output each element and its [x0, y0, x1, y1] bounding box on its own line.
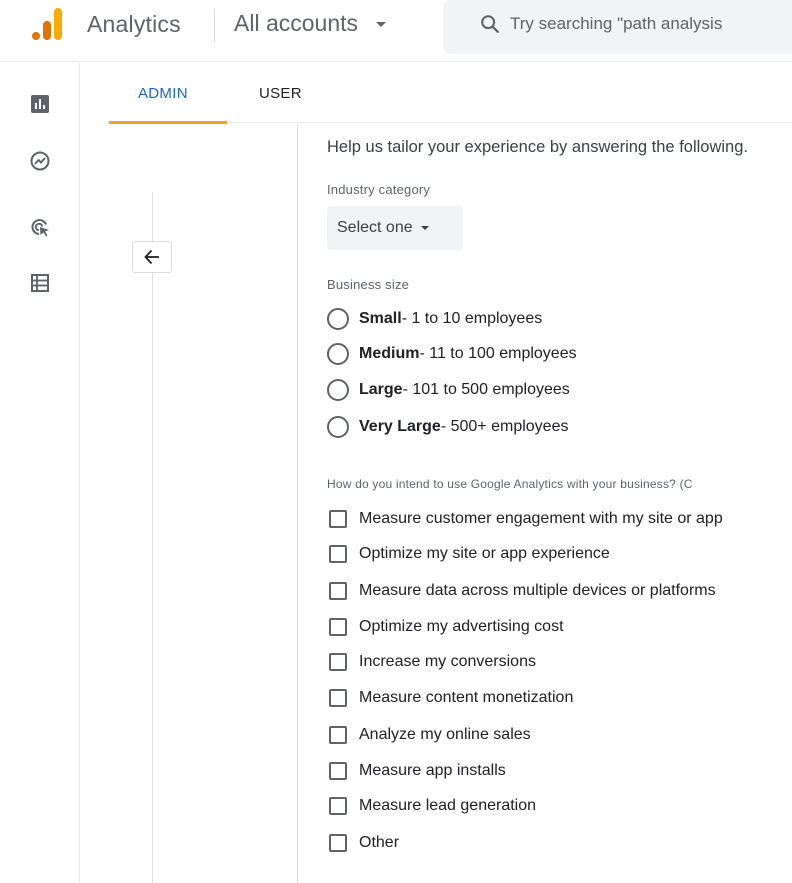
- business-size-name: Large: [359, 381, 403, 398]
- industry-category-select[interactable]: Select one: [327, 206, 463, 250]
- business-size-detail: - 1 to 10 employees: [401, 310, 543, 327]
- industry-select-value: Select one: [337, 219, 413, 236]
- business-size-detail: - 500+ employees: [440, 418, 569, 435]
- usage-option-label: Other: [359, 834, 400, 851]
- radio-button[interactable]: [327, 308, 349, 330]
- business-size-option-large[interactable]: Large - 101 to 500 employees: [327, 379, 570, 401]
- business-size-name: Very Large: [359, 418, 441, 435]
- header-divider: [214, 9, 215, 42]
- checkbox[interactable]: [329, 726, 347, 744]
- radio-button[interactable]: [327, 379, 349, 401]
- explore-icon[interactable]: [29, 150, 51, 172]
- checkbox[interactable]: [329, 797, 347, 815]
- account-picker-label: All accounts: [234, 10, 359, 36]
- usage-option-label: Measure content monetization: [359, 689, 574, 706]
- advertising-icon[interactable]: [29, 216, 51, 238]
- admin-user-tabs: ADMIN USER: [109, 63, 792, 124]
- checkbox[interactable]: [329, 834, 347, 852]
- usage-option-label: Analyze my online sales: [359, 726, 531, 743]
- business-size-detail: - 11 to 100 employees: [419, 345, 577, 362]
- usage-option-label: Measure lead generation: [359, 797, 537, 814]
- business-size-name: Medium: [359, 345, 420, 362]
- top-app-bar: Analytics All accounts: [0, 0, 792, 62]
- search-input[interactable]: [510, 10, 792, 38]
- checkbox[interactable]: [329, 653, 347, 671]
- reports-icon[interactable]: [29, 93, 51, 115]
- checkbox[interactable]: [329, 510, 347, 528]
- usage-option-label: Measure data across multiple devices or …: [359, 582, 716, 599]
- radio-button[interactable]: [327, 416, 349, 438]
- usage-option[interactable]: Measure lead generation: [327, 797, 536, 815]
- arrow-back-icon: [144, 249, 159, 265]
- search-icon: [481, 15, 499, 33]
- usage-option[interactable]: Optimize my site or app experience: [327, 545, 610, 563]
- search-bar[interactable]: [443, 0, 792, 54]
- checkbox[interactable]: [329, 545, 347, 563]
- app-name: Analytics: [87, 11, 181, 37]
- business-size-name: Small: [359, 310, 402, 327]
- usage-option[interactable]: Increase my conversions: [327, 653, 536, 671]
- usage-option[interactable]: Optimize my advertising cost: [327, 618, 564, 636]
- usage-option[interactable]: Measure content monetization: [327, 689, 573, 707]
- content-divider: [297, 124, 298, 883]
- radio-button[interactable]: [327, 343, 349, 365]
- analytics-logo-icon[interactable]: [30, 6, 64, 40]
- back-button[interactable]: [132, 241, 172, 273]
- checkbox[interactable]: [329, 618, 347, 636]
- dropdown-arrow-icon: [420, 226, 429, 230]
- form-intro: Help us tailor your experience by answer…: [327, 138, 748, 156]
- left-nav-rail: [0, 63, 80, 883]
- business-size-option-very-large[interactable]: Very Large - 500+ employees: [327, 416, 568, 438]
- active-tab-indicator: [109, 121, 227, 124]
- tab-user[interactable]: USER: [259, 85, 302, 102]
- usage-option[interactable]: Other: [327, 834, 399, 852]
- usage-option[interactable]: Analyze my online sales: [327, 726, 531, 744]
- usage-option[interactable]: Measure app installs: [327, 762, 506, 780]
- dropdown-arrow-icon: [376, 22, 387, 27]
- usage-option[interactable]: Measure customer engagement with my site…: [327, 510, 723, 528]
- account-picker[interactable]: All accounts: [234, 10, 387, 37]
- usage-question-label: How do you intend to use Google Analytic…: [327, 477, 693, 491]
- business-size-detail: - 101 to 500 employees: [402, 381, 570, 398]
- industry-category-label: Industry category: [327, 182, 431, 197]
- usage-option[interactable]: Measure data across multiple devices or …: [327, 582, 716, 600]
- side-column-divider: [152, 192, 153, 883]
- tab-admin[interactable]: ADMIN: [138, 85, 188, 102]
- usage-option-label: Optimize my site or app experience: [359, 545, 610, 562]
- checkbox[interactable]: [329, 689, 347, 707]
- checkbox[interactable]: [329, 582, 347, 600]
- usage-option-label: Optimize my advertising cost: [359, 618, 564, 635]
- configure-icon[interactable]: [29, 272, 51, 294]
- business-size-option-small[interactable]: Small - 1 to 10 employees: [327, 308, 542, 330]
- business-size-option-medium[interactable]: Medium - 11 to 100 employees: [327, 343, 577, 365]
- usage-option-label: Increase my conversions: [359, 653, 536, 670]
- usage-option-label: Measure customer engagement with my site…: [359, 510, 723, 527]
- checkbox[interactable]: [329, 762, 347, 780]
- business-size-label: Business size: [327, 277, 410, 292]
- usage-option-label: Measure app installs: [359, 762, 506, 779]
